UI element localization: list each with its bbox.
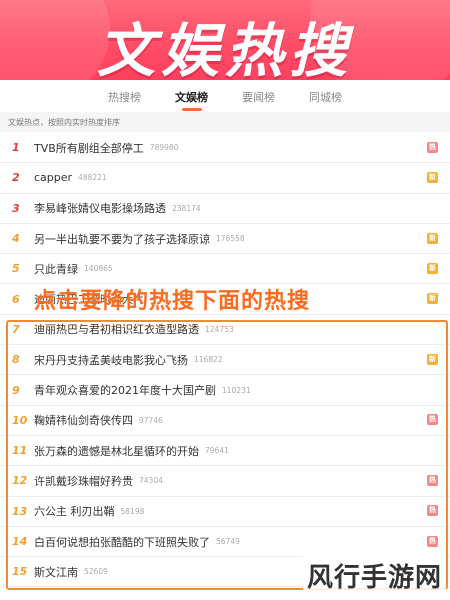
heat-count: 789980	[149, 143, 179, 153]
tab-news[interactable]: 要闻榜	[240, 85, 277, 109]
rank-number: 1	[12, 141, 20, 155]
list-item[interactable]: 2 capper 488221 新	[0, 163, 450, 194]
rank-number: 6	[12, 292, 20, 306]
tab-hot-search[interactable]: 热搜榜	[106, 85, 143, 109]
tab-local[interactable]: 同城榜	[307, 85, 344, 109]
list-item[interactable]: 4 另一半出轨要不要为了孩子选择原谅 178558 新	[0, 224, 450, 255]
heat-count: 52609	[84, 567, 108, 577]
rank-number: 10	[12, 413, 28, 427]
heat-count: 56749	[216, 537, 240, 546]
heat-count: 238174	[172, 203, 201, 213]
hot-badge: 热	[427, 414, 438, 426]
item-title[interactable]: 另一半出轨要不要为了孩子选择原谅	[34, 231, 210, 247]
item-title[interactable]: 许凯戴珍珠帽好矜贵	[34, 473, 133, 489]
item-title[interactable]: 六公主 利刃出鞘	[34, 503, 115, 519]
heat-count: 140865	[84, 264, 113, 274]
list-item[interactable]: 7 迪丽热巴与君初相识红衣造型路透 124753	[0, 315, 450, 346]
rank-number: 3	[12, 201, 20, 215]
banner-title: 文娱热搜	[96, 17, 353, 80]
item-title[interactable]: 青年观众喜爱的2021年度十大国产剧	[34, 382, 216, 398]
list-item[interactable]: 8 宋丹丹支持孟美岐电影我心飞扬 116822 新	[0, 345, 450, 376]
new-badge: 新	[427, 232, 438, 244]
item-title[interactable]: 宋丹丹支持孟美岐电影我心飞扬	[34, 352, 188, 368]
hot-badge: 热	[427, 535, 438, 547]
watermark: 风行手游网	[302, 555, 446, 596]
rank-number: 15	[12, 565, 28, 579]
hot-search-list: 1 TVB所有剧组全部停工 789980 热 2 capper 488221 新 3 李易峰张婧仪…	[0, 133, 450, 588]
item-title[interactable]: TVB所有剧组全部停工	[34, 140, 144, 156]
heat-count: 110231	[222, 385, 251, 395]
rank-number: 2	[12, 171, 20, 185]
item-title[interactable]: 迪丽热巴工装时尚大片	[34, 291, 144, 307]
heat-count: 124753	[205, 324, 234, 334]
new-badge: 新	[427, 171, 438, 183]
list-item[interactable]: 11 张万森的遗憾是林北星循环的开始 79641	[0, 436, 450, 467]
list-item[interactable]: 5 只此青绿 140865 新	[0, 254, 450, 285]
tab-entertainment[interactable]: 文娱榜	[173, 85, 210, 111]
rank-number: 13	[12, 504, 28, 518]
rank-number: 5	[12, 262, 20, 276]
list-item[interactable]: 12 许凯戴珍珠帽好矜贵 74304 热	[0, 466, 450, 497]
heat-count: 488221	[78, 173, 107, 183]
hot-badge: 热	[427, 505, 438, 517]
heat-count: 79641	[205, 446, 229, 456]
list-item[interactable]: 3 李易峰张婧仪电影操场路透 238174	[0, 194, 450, 224]
list-subheader: 文娱热点，按照内实时热度排序	[0, 112, 450, 132]
rank-number: 7	[12, 322, 20, 336]
banner: 文娱热搜	[0, 0, 450, 80]
rank-number: 9	[12, 383, 20, 397]
rank-number: 11	[12, 444, 28, 458]
new-badge: 新	[427, 353, 438, 365]
item-title[interactable]: 鞠婧祎仙剑奇侠传四	[34, 412, 133, 428]
item-title[interactable]: 只此青绿	[34, 261, 78, 277]
rank-number: 14	[12, 535, 28, 548]
hot-badge: 热	[427, 141, 438, 153]
rank-number: 4	[12, 232, 20, 246]
list-item[interactable]: 9 青年观众喜爱的2021年度十大国产剧 110231	[0, 375, 450, 406]
list-item[interactable]: 13 六公主 利刃出鞘 58198 热	[0, 497, 450, 527]
new-badge: 新	[427, 262, 438, 274]
list-item[interactable]: 14 白百何说想拍张酷酷的下班照失败了 56749 热	[0, 527, 450, 558]
list-item[interactable]: 6 迪丽热巴工装时尚大片 新	[0, 284, 450, 315]
heat-count: 178558	[216, 234, 245, 244]
item-title[interactable]: 李易峰张婧仪电影操场路透	[34, 200, 166, 216]
item-title[interactable]: 迪丽热巴与君初相识红衣造型路透	[34, 321, 199, 337]
item-title[interactable]: 白百何说想拍张酷酷的下班照失败了	[34, 534, 210, 550]
item-title[interactable]: 张万森的遗憾是林北星循环的开始	[34, 443, 199, 459]
rank-number: 12	[12, 474, 28, 488]
heat-count: 74304	[139, 476, 163, 486]
new-badge: 新	[427, 293, 438, 305]
heat-count: 97746	[139, 415, 163, 425]
tab-bar: 热搜榜 文娱榜 要闻榜 同城榜	[0, 82, 450, 112]
heat-count: 116822	[194, 355, 223, 365]
item-title[interactable]: capper	[34, 171, 72, 184]
heat-count: 58198	[120, 506, 145, 516]
hot-badge: 热	[427, 474, 438, 486]
item-title[interactable]: 斯文江南	[34, 564, 78, 580]
list-item[interactable]: 10 鞠婧祎仙剑奇侠传四 97746 热	[0, 406, 450, 436]
rank-number: 8	[12, 353, 20, 367]
list-item[interactable]: 1 TVB所有剧组全部停工 789980 热	[0, 133, 450, 164]
